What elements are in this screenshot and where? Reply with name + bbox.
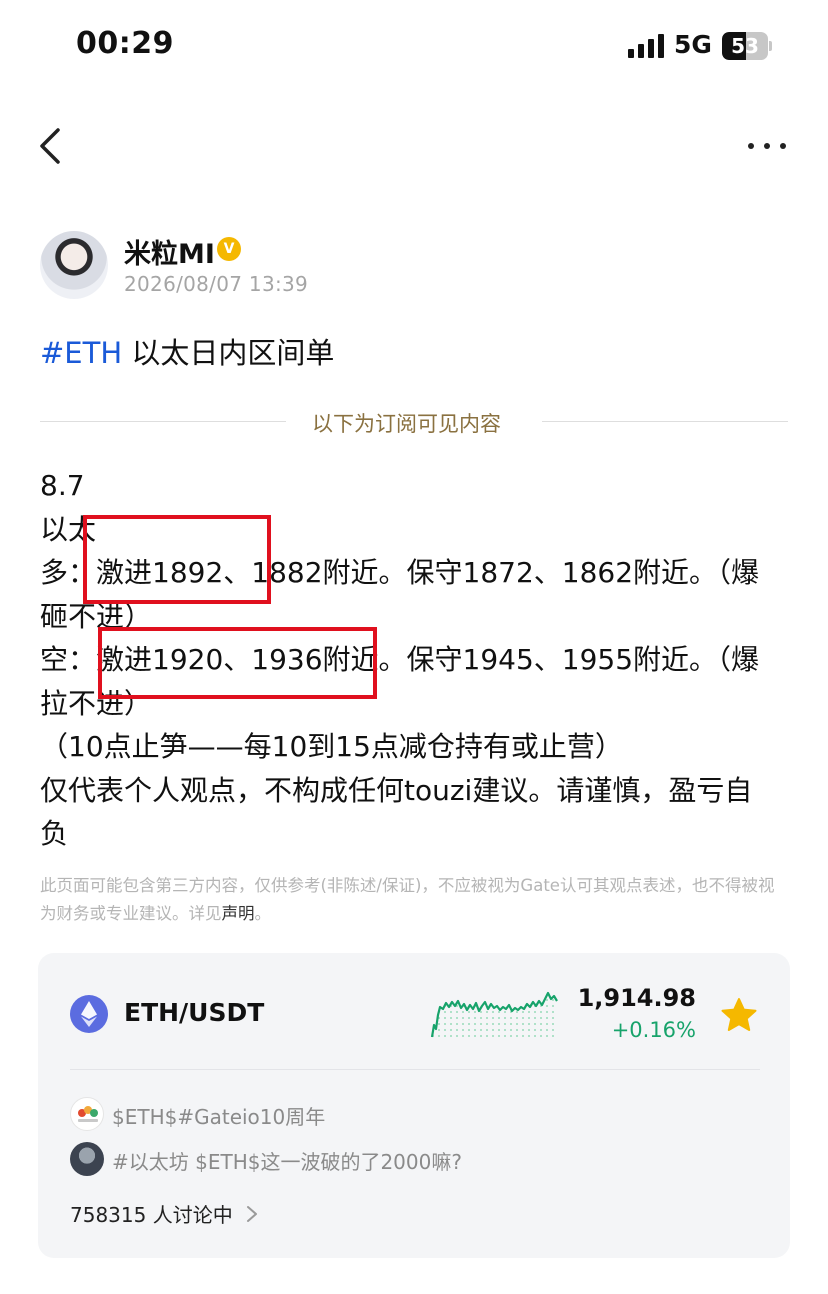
disclaimer-text: 此页面可能包含第三方内容，仅供参考(非陈述/保证)，不应被视为Gate认可其观点… [40,876,775,923]
battery-level: 53 [731,34,759,58]
post-timestamp: 2026/08/07 13:39 [124,272,309,296]
trading-pair[interactable]: ETH/USDT [124,998,264,1027]
post-title-text: 以太日内区间单 [122,336,335,370]
related-topic[interactable]: $ETH$#Gateio10周年 [112,1101,325,1130]
author-name[interactable]: 米粒MI [124,232,215,271]
more-button[interactable] [746,136,788,156]
more-horizontal-icon [748,143,754,149]
statement-link[interactable]: 声明 [222,904,255,923]
battery-icon: 53 [722,32,772,60]
topic-avatar [70,1142,104,1176]
highlight-box-short [98,627,377,699]
post-title: #ETH 以太日内区间单 [40,330,334,372]
network-type: 5G [674,30,712,59]
verified-badge-icon: V [217,237,241,261]
highlight-box-long [83,515,271,604]
post-line: 负 [40,817,69,850]
back-button[interactable] [34,124,74,168]
author-avatar[interactable] [40,231,108,299]
card-divider [70,1069,760,1070]
hashtag-link[interactable]: #ETH [40,336,122,370]
related-topic[interactable]: #以太坊 $ETH$这一波破的了2000嘛? [112,1146,462,1175]
price-sparkline [430,991,558,1041]
status-time: 00:29 [76,26,174,61]
post-line: 仅代表个人观点，不构成任何touzi建议。请谨慎，盈亏自 [40,773,753,807]
favorite-star-button[interactable] [720,996,758,1034]
cellular-signal-icon [628,34,666,58]
disclaimer: 此页面可能包含第三方内容，仅供参考(非陈述/保证)，不应被视为Gate认可其观点… [40,872,788,928]
subscription-divider-label: 以下为订阅可见内容 [312,412,501,436]
discussion-count-link[interactable]: 758315 人讨论中 [70,1199,233,1228]
post-line: （10点止笋——每10到15点减仓持有或止营） [40,730,623,763]
disclaimer-end: 。 [254,904,272,923]
star-icon [721,998,757,1031]
chevron-right-icon [247,1206,257,1222]
divider-line-right [542,421,788,422]
post-line: 8.7 [40,469,85,502]
price-change: +0.16% [611,1018,696,1042]
last-price: 1,914.98 [577,984,696,1012]
chevron-left-icon [40,128,60,164]
ethereum-icon [70,995,108,1033]
divider-line-left [40,421,286,422]
topic-avatar [70,1097,104,1131]
